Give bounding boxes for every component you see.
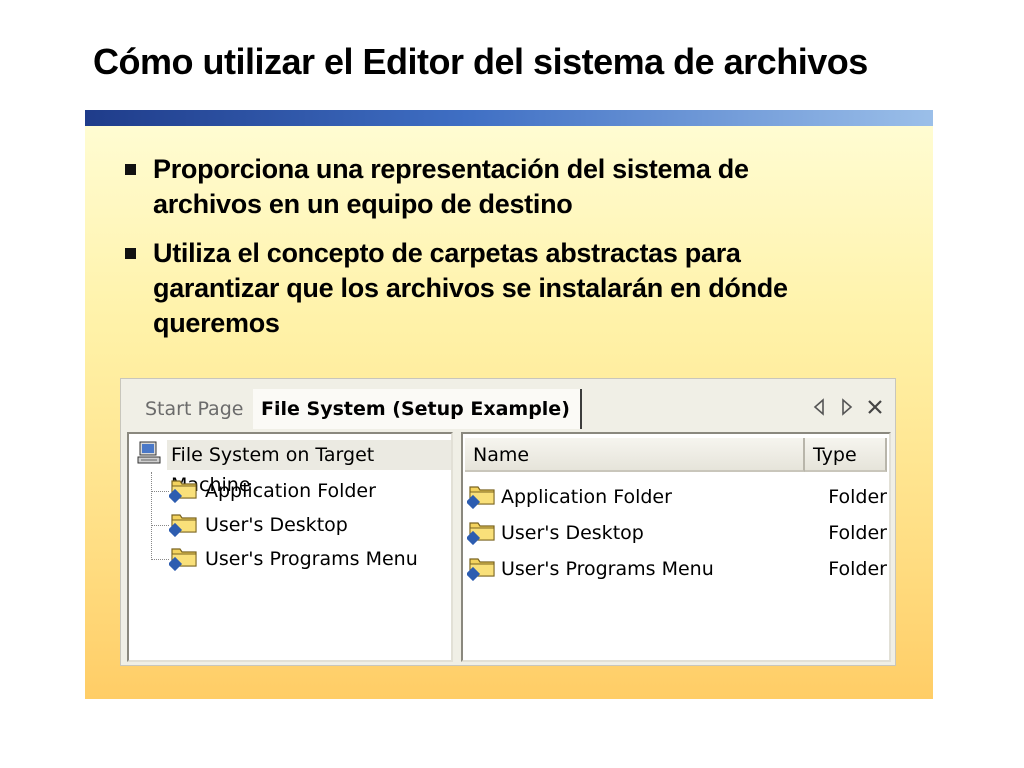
list-item-type: Folder bbox=[828, 558, 887, 580]
folder-icon bbox=[465, 553, 497, 586]
file-system-editor-screenshot: Start Page File System (Setup Example) F… bbox=[120, 378, 896, 666]
bullet-item: Proporciona una representación del siste… bbox=[121, 152, 841, 222]
list-item-type: Folder bbox=[828, 486, 887, 508]
tree-item-users-desktop[interactable]: User's Desktop bbox=[151, 510, 348, 540]
bullet-list: Proporciona una representación del siste… bbox=[121, 152, 841, 355]
square-bullet-icon bbox=[125, 164, 136, 175]
close-icon[interactable] bbox=[863, 393, 887, 421]
tree-item-label: Application Folder bbox=[205, 480, 376, 502]
folder-list-pane: Name Type Application Folder Folder User… bbox=[461, 432, 891, 662]
tab-bar: Start Page File System (Setup Example) bbox=[121, 379, 895, 431]
folder-tree-pane: File System on Target Machine Applicatio… bbox=[127, 432, 453, 662]
tree-root-label: File System on Target Machine bbox=[167, 440, 451, 496]
chevron-left-icon[interactable] bbox=[807, 393, 831, 421]
list-item-name: User's Programs Menu bbox=[501, 558, 714, 580]
list-item[interactable]: Application Folder Folder bbox=[465, 480, 887, 514]
folder-icon bbox=[167, 475, 199, 508]
tree-root[interactable]: File System on Target Machine bbox=[137, 440, 451, 496]
slide-title: Cómo utilizar el Editor del sistema de a… bbox=[93, 41, 868, 82]
title-accent-bar bbox=[85, 110, 933, 126]
tab-file-system[interactable]: File System (Setup Example) bbox=[253, 389, 582, 429]
column-header-type[interactable]: Type bbox=[805, 438, 887, 472]
folder-icon bbox=[167, 509, 199, 542]
list-item-name: User's Desktop bbox=[501, 522, 644, 544]
folder-icon bbox=[167, 543, 199, 576]
tree-item-users-programs-menu[interactable]: User's Programs Menu bbox=[151, 544, 418, 574]
list-item[interactable]: User's Programs Menu Folder bbox=[465, 552, 887, 586]
folder-icon bbox=[465, 517, 497, 550]
tree-item-label: User's Programs Menu bbox=[205, 548, 418, 570]
list-item-type: Folder bbox=[828, 522, 887, 544]
list-item-name: Application Folder bbox=[501, 486, 672, 508]
tree-item-label: User's Desktop bbox=[205, 514, 348, 536]
tab-controls bbox=[807, 393, 887, 421]
list-item[interactable]: User's Desktop Folder bbox=[465, 516, 887, 550]
square-bullet-icon bbox=[125, 248, 136, 259]
folder-icon bbox=[465, 481, 497, 514]
tab-start-page[interactable]: Start Page bbox=[145, 392, 243, 426]
column-header-name[interactable]: Name bbox=[465, 438, 805, 472]
bullet-item: Utiliza el concepto de carpetas abstract… bbox=[121, 236, 841, 341]
tree-item-application-folder[interactable]: Application Folder bbox=[151, 476, 376, 506]
computer-icon bbox=[137, 440, 163, 471]
bullet-text: Utiliza el concepto de carpetas abstract… bbox=[153, 238, 788, 338]
bullet-text: Proporciona una representación del siste… bbox=[153, 154, 749, 219]
chevron-right-icon[interactable] bbox=[835, 393, 859, 421]
